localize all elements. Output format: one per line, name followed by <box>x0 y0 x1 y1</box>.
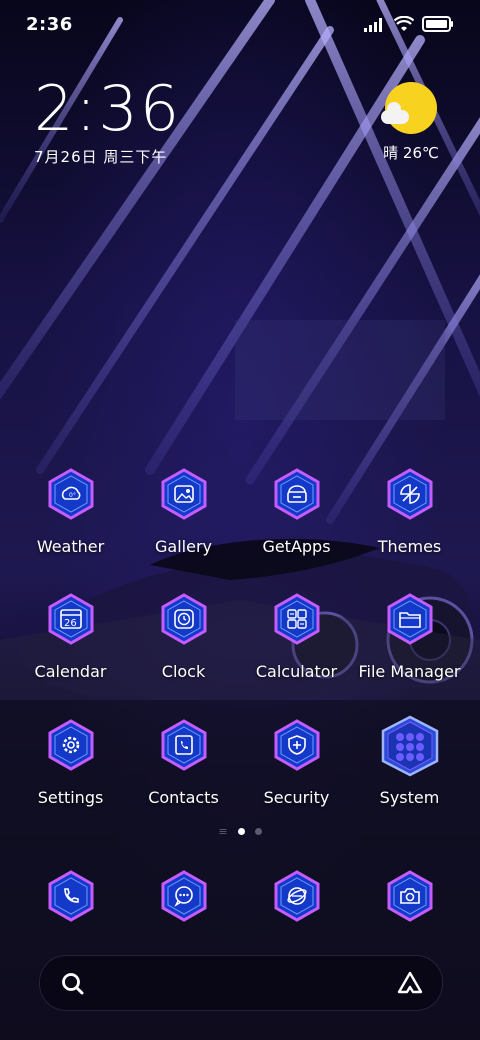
app-settings[interactable]: Settings <box>14 719 127 807</box>
folder-icon <box>387 593 433 645</box>
widget-date: 7月26日 周三下午 <box>34 148 168 166</box>
app-label: Clock <box>161 662 206 681</box>
page-dot[interactable] <box>254 828 262 835</box>
phone-icon <box>48 870 94 922</box>
app-security[interactable]: Security <box>240 719 353 807</box>
calculator-icon <box>274 593 320 645</box>
app-getapps[interactable]: GetApps <box>240 468 353 556</box>
contacts-icon <box>161 719 207 771</box>
svg-text:0°: 0° <box>69 492 76 499</box>
calendar-day: 26 <box>64 618 77 629</box>
search-icon[interactable] <box>60 971 86 1001</box>
weather-text: 晴 26℃ <box>383 144 439 162</box>
app-label: Settings <box>37 788 104 807</box>
gallery-icon <box>161 468 207 520</box>
assistant-icon[interactable] <box>396 970 424 1000</box>
widget-time: 2:36 <box>34 72 182 145</box>
camera-icon <box>387 870 433 922</box>
wifi-icon <box>393 15 415 36</box>
status-time: 2:36 <box>26 14 73 35</box>
app-clock[interactable]: Clock <box>127 593 240 681</box>
gear-icon <box>48 719 94 771</box>
app-label: Contacts <box>148 788 219 807</box>
app-themes[interactable]: Themes <box>353 468 466 556</box>
app-contacts[interactable]: Contacts <box>127 719 240 807</box>
app-label: Calendar <box>34 662 107 681</box>
app-label: GetApps <box>262 537 331 556</box>
menu-lines-icon: ≡ <box>218 825 228 838</box>
getapps-icon <box>274 468 320 520</box>
app-label: Themes <box>377 537 442 556</box>
app-gallery[interactable]: Gallery <box>127 468 240 556</box>
search-bar[interactable] <box>39 955 443 1011</box>
dock-camera[interactable] <box>353 870 466 922</box>
weather-icon: 0° <box>48 468 94 520</box>
app-label: System <box>379 788 440 807</box>
app-system-folder[interactable]: System <box>353 715 466 807</box>
dock-browser[interactable] <box>240 870 353 922</box>
dock-messages[interactable] <box>127 870 240 922</box>
weather-widget[interactable]: 晴 26℃ <box>376 80 446 163</box>
themes-icon <box>387 468 433 520</box>
app-label: Calculator <box>255 662 338 681</box>
dock <box>0 870 480 922</box>
signal-icon <box>364 17 386 36</box>
shield-plus-icon <box>274 719 320 771</box>
page-dot-active[interactable] <box>237 828 245 835</box>
app-label: File Manager <box>358 662 461 681</box>
status-bar: 2:36 <box>0 0 480 50</box>
app-calendar[interactable]: 26 Calendar <box>14 593 127 681</box>
app-calculator[interactable]: Calculator <box>240 593 353 681</box>
sun-cloud-icon <box>381 82 437 134</box>
calendar-icon: 26 <box>48 593 94 645</box>
app-label: Weather <box>36 537 105 556</box>
app-label: Security <box>263 788 330 807</box>
clock-icon <box>161 593 207 645</box>
app-file-manager[interactable]: File Manager <box>353 593 466 681</box>
app-weather[interactable]: 0° Weather <box>14 468 127 556</box>
browser-icon <box>274 870 320 922</box>
dock-phone[interactable] <box>14 870 127 922</box>
clock-widget[interactable]: 2:36 7月26日 周三下午 <box>34 76 181 167</box>
app-label: Gallery <box>155 537 212 556</box>
messages-icon <box>161 870 207 922</box>
battery-icon <box>422 16 454 36</box>
page-indicator[interactable]: ≡ <box>0 825 480 838</box>
folder-grid-icon <box>381 715 439 777</box>
